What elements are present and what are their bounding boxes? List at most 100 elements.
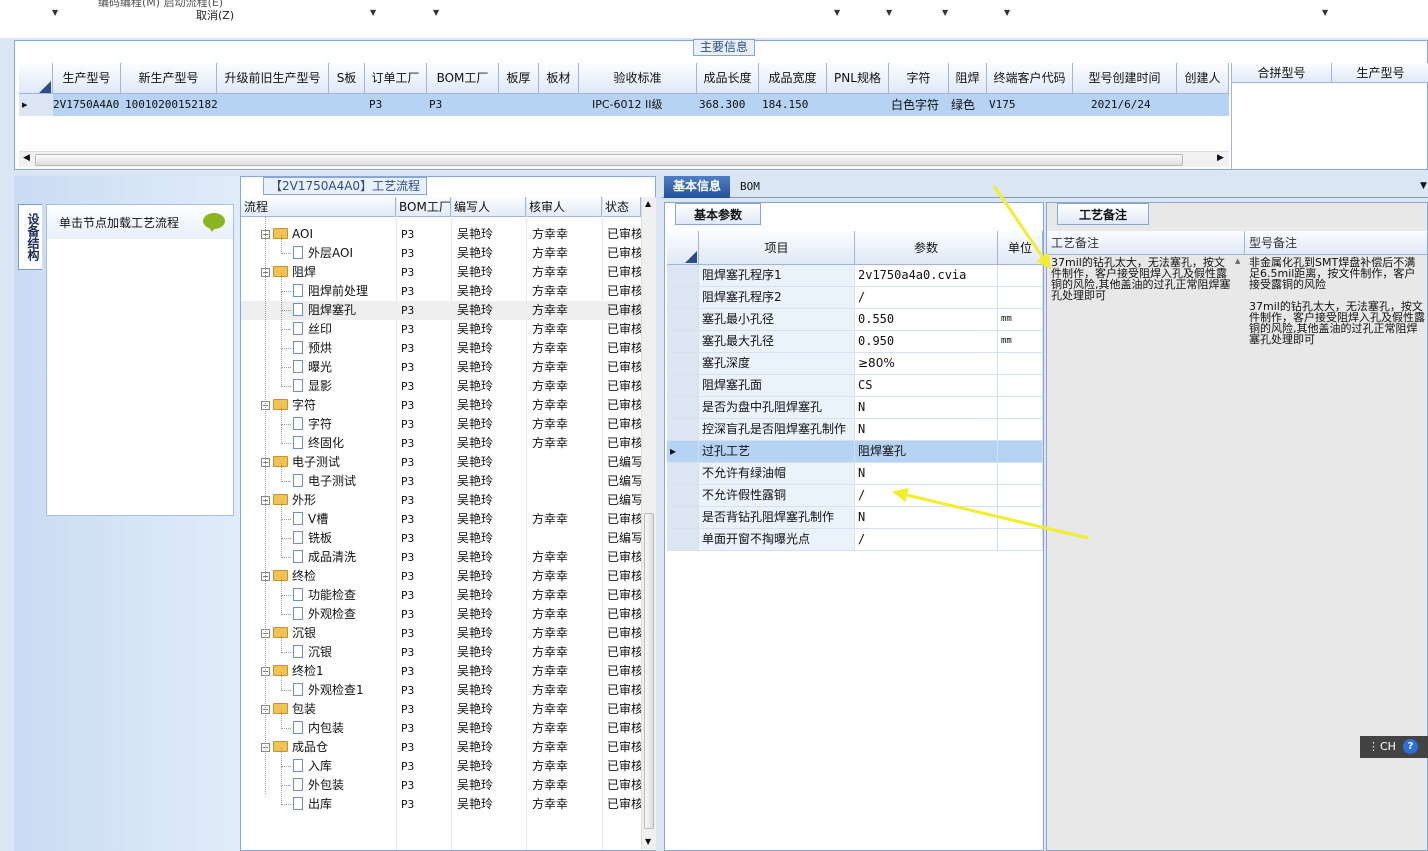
tree-row[interactable]: 预烘 P3 吴艳玲 方幸幸 已审核 [241, 330, 641, 358]
row-selector[interactable] [667, 309, 699, 330]
tree-row[interactable]: − 外形 P3 吴艳玲 已编写 [241, 491, 641, 510]
param-value[interactable]: 2v1750a4a0.cvia [855, 265, 998, 286]
tree-cell-reviewer[interactable]: 方幸幸 [532, 700, 598, 719]
col-header[interactable]: 状态 [602, 197, 641, 217]
tree-cell-bom[interactable]: P3 [401, 396, 451, 415]
tree-row[interactable]: − 沉银 P3 吴艳玲 方幸幸 已审核 [241, 624, 641, 643]
tree-cell-bom[interactable]: P3 [401, 491, 451, 510]
cell[interactable]: 368.300 [697, 94, 759, 116]
tree-cell-writer[interactable]: 吴艳玲 [457, 624, 523, 643]
tree-cell-writer[interactable]: 吴艳玲 [457, 510, 523, 529]
tree-cell-bom[interactable]: P3 [401, 643, 451, 662]
tree-cell-status[interactable]: 已审核 [607, 282, 641, 301]
tree-cell-writer[interactable]: 吴艳玲 [457, 263, 523, 282]
tab-bom[interactable]: BOM [740, 180, 760, 193]
tree-cell-bom[interactable]: P3 [401, 263, 451, 282]
tree-cell-writer[interactable]: 吴艳玲 [457, 567, 523, 586]
row-selector[interactable] [667, 353, 699, 374]
tree-row[interactable]: − 终检 P3 吴艳玲 方幸幸 已审核 [241, 567, 641, 586]
tree-cell-bom[interactable]: P3 [401, 700, 451, 719]
tree-cell-bom[interactable]: P3 [401, 225, 451, 244]
col-header[interactable]: 生产型号 [53, 63, 121, 94]
tab-process-notes[interactable]: 工艺备注 [1057, 203, 1149, 225]
tree-row[interactable]: − 电子测试 P3 吴艳玲 已编写 [241, 453, 641, 472]
tree-cell-status[interactable]: 已审核 [607, 567, 641, 586]
tree-cell-writer[interactable]: 吴艳玲 [457, 472, 523, 491]
tree-cell-reviewer[interactable]: 方幸幸 [532, 586, 598, 605]
tree-node[interactable]: 入库 [293, 757, 396, 776]
param-value[interactable]: 0.950 [855, 331, 998, 352]
tree-cell-writer[interactable]: 吴艳玲 [457, 605, 523, 624]
cell[interactable]: 184.150 [759, 94, 827, 116]
tree-cell-reviewer[interactable]: 方幸幸 [532, 681, 598, 700]
param-row[interactable]: 塞孔最小孔径 0.550 mm [667, 309, 1043, 331]
tree-node[interactable]: 外观检查 [293, 605, 396, 624]
cell[interactable] [539, 94, 579, 116]
tree-row[interactable]: 内包装 P3 吴艳玲 方幸幸 已审核 [241, 710, 641, 738]
tree-cell-reviewer[interactable]: 方幸幸 [532, 662, 598, 681]
tree-cell-bom[interactable]: P3 [401, 776, 451, 795]
param-row[interactable]: ▸ 过孔工艺 阻焊塞孔 [667, 441, 1043, 463]
param-value[interactable]: N [855, 397, 998, 418]
param-value[interactable]: / [855, 287, 998, 308]
cell[interactable]: 2021/6/24 [1073, 94, 1177, 116]
cell[interactable] [329, 94, 365, 116]
cell[interactable]: 绿色 [949, 94, 987, 116]
tree-node[interactable]: 沉银 [293, 643, 396, 662]
tree-cell-reviewer[interactable]: 方幸幸 [532, 548, 598, 567]
tree-node[interactable]: 铣板 [293, 529, 396, 548]
tree-cell-status[interactable]: 已审核 [607, 396, 641, 415]
tree-cell-bom[interactable]: P3 [401, 358, 451, 377]
chevron-down-icon[interactable]: ▼ [942, 8, 948, 17]
tree-cell-writer[interactable]: 吴艳玲 [457, 700, 523, 719]
tree-cell-reviewer[interactable] [532, 472, 598, 491]
tree-cell-writer[interactable]: 吴艳玲 [457, 339, 523, 358]
tree-cell-writer[interactable]: 吴艳玲 [457, 377, 523, 396]
tree-cell-bom[interactable]: P3 [401, 795, 451, 814]
row-selector[interactable]: ▸ [19, 94, 53, 116]
row-selector[interactable] [667, 397, 699, 418]
param-value[interactable]: ≥80% [855, 353, 998, 374]
tree-row[interactable]: 丝印 P3 吴艳玲 方幸幸 已审核 [241, 311, 641, 339]
tree-node[interactable]: 阻焊塞孔 [293, 301, 396, 320]
chevron-down-icon[interactable]: ▼ [886, 8, 892, 17]
ime-language-label[interactable]: CH [1380, 736, 1396, 758]
col-header[interactable]: 板厚 [499, 63, 539, 94]
col-header[interactable]: S板 [329, 63, 365, 94]
param-value[interactable]: N [855, 419, 998, 440]
col-header[interactable]: 单位 [998, 231, 1043, 265]
col-header[interactable]: 型号创建时间 [1073, 63, 1177, 94]
tree-cell-status[interactable]: 已审核 [607, 434, 641, 453]
tree-cell-status[interactable]: 已审核 [607, 700, 641, 719]
tree-cell-reviewer[interactable]: 方幸幸 [532, 396, 598, 415]
col-header[interactable]: 工艺备注 [1047, 231, 1245, 255]
tree-cell-reviewer[interactable]: 方幸幸 [532, 358, 598, 377]
col-header[interactable]: 编写人 [451, 197, 526, 217]
tree-cell-reviewer[interactable]: 方幸幸 [532, 415, 598, 434]
row-selector[interactable] [667, 485, 699, 506]
tree-row[interactable]: 外观检查 P3 吴艳玲 方幸幸 已审核 [241, 596, 641, 624]
param-value[interactable]: / [855, 485, 998, 506]
ime-toolbar[interactable]: ⋮ CH ? [1360, 736, 1428, 758]
tree-cell-status[interactable]: 已审核 [607, 605, 641, 624]
tree-cell-bom[interactable]: P3 [401, 719, 451, 738]
load-hint-header[interactable]: 单击节点加载工艺流程 [47, 205, 233, 239]
cell[interactable]: 白色字符 [889, 94, 949, 116]
tree-cell-writer[interactable]: 吴艳玲 [457, 396, 523, 415]
tab-basic-info[interactable]: 基本信息 [664, 176, 730, 198]
col-header[interactable]: 订单工厂 [365, 63, 427, 94]
tree-cell-status[interactable]: 已审核 [607, 225, 641, 244]
tree-cell-reviewer[interactable]: 方幸幸 [532, 643, 598, 662]
tree-cell-bom[interactable]: P3 [401, 529, 451, 548]
tree-cell-bom[interactable]: P3 [401, 681, 451, 700]
tree-node[interactable]: 外观检查1 [293, 681, 396, 700]
param-row[interactable]: 塞孔最大孔径 0.950 mm [667, 331, 1043, 353]
tree-row[interactable]: 成品清洗 P3 吴艳玲 方幸幸 已审核 [241, 539, 641, 567]
model-note-text[interactable]: 非金属化孔到SMT焊盘补偿后不满足6.5mil距离，按文件制作，客户接受露铜的风… [1249, 257, 1425, 345]
scroll-down-icon[interactable]: ▼ [645, 837, 651, 846]
tree-cell-bom[interactable]: P3 [401, 624, 451, 643]
param-value[interactable]: CS [855, 375, 998, 396]
tree-row[interactable]: 出库 P3 吴艳玲 方幸幸 已审核 [241, 786, 641, 814]
tree-cell-status[interactable]: 已审核 [607, 377, 641, 396]
row-selector[interactable] [667, 463, 699, 484]
